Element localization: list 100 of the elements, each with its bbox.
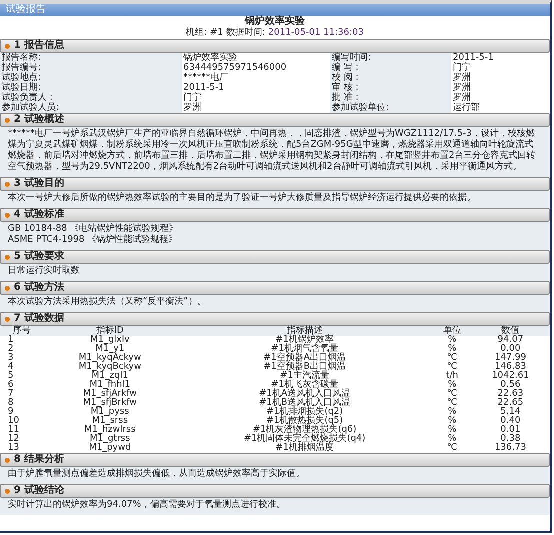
table-cell-text: ℃	[447, 363, 458, 372]
field-value: 门宁	[182, 93, 202, 103]
table-cell-text: 136.73	[494, 444, 528, 453]
table-cell-text: M1_pywd	[88, 444, 132, 453]
table-cell: #1机烟气含氧量	[176, 345, 434, 354]
column-header: 单位	[433, 326, 472, 336]
table-cell-text: #1空预器B出口烟温	[262, 363, 348, 372]
table-cell-text: %	[447, 408, 458, 417]
field-label: 编 写 :	[330, 63, 451, 73]
section-title: 1 报告信息	[14, 40, 64, 52]
table-cell-text: #1机A送风机入口风温	[258, 390, 352, 399]
table-cell-text: #1机固体未完全燃烧损失(q4)	[242, 435, 367, 444]
table-cell-text: 11	[7, 426, 20, 435]
field-label: 试验负责人 :	[0, 93, 182, 103]
table-cell: M1_srss	[44, 417, 176, 426]
table-cell-text: 6	[7, 381, 15, 390]
table-cell: %	[433, 336, 472, 345]
paragraph: 本次一号炉大修后所做的锅炉热效率试验的主要目的是为了验证一号炉大修质量及指导锅炉经济运行提供必要的依据。	[8, 193, 477, 204]
field-label: 审 核 :	[330, 83, 451, 93]
table-cell: M1_glxlv	[44, 336, 176, 345]
table-cell-text: 12	[7, 435, 20, 444]
window-title: 试验报告	[0, 4, 550, 16]
table-cell-text: 5.14	[500, 408, 522, 417]
column-header: 指标ID	[44, 326, 176, 336]
table-cell: #1机飞灰含碳量	[176, 381, 434, 390]
section-title: 8 结果分析	[14, 454, 64, 466]
section-title: 9 试验结论	[14, 485, 64, 497]
field-label: 报告编号:	[0, 63, 182, 73]
field-value: 罗洲	[452, 73, 472, 83]
table-cell-text: M1_sfjBrkfw	[82, 399, 138, 408]
table-cell-text: t/h	[445, 372, 460, 381]
table-cell-text: 7	[7, 390, 15, 399]
time-value: 2011-05-01 11:36:03	[268, 28, 364, 39]
table-cell-text: M1_zql1	[92, 372, 128, 381]
table-cell-text: %	[447, 426, 458, 435]
table-cell-text: 22.63	[496, 390, 525, 399]
bullet-icon	[5, 212, 10, 218]
table-cell-text: 4	[7, 363, 15, 372]
field-label: 批 准 :	[330, 93, 451, 103]
field-value: 罗洲	[452, 93, 471, 103]
table-cell-text: M1_gtrss	[90, 435, 130, 444]
paragraph: GB 10184-88 《电站锅炉性能试验规程》	[8, 224, 180, 234]
report-title: 锅炉效率实验	[244, 16, 306, 28]
column-header: 序号	[0, 326, 44, 336]
column-header: 数值	[471, 326, 550, 336]
table-cell: M1_y1	[44, 345, 176, 354]
table-cell-text: 2	[7, 345, 15, 354]
table-cell: 1	[0, 336, 44, 345]
paragraph: ASME PTC4-1998 《锅炉性能试验规程》	[8, 235, 179, 246]
field-value: ******电厂	[182, 73, 230, 83]
paragraph: ******电厂一号炉系武汉锅炉厂生产的亚临界自然循环锅炉，中间再热，，固态排渣，锅炉型号为WGZ1112/17.5-3，设计，校核燃煤为宁夏灵武煤矿烟煤，制粉系统采用冷一次风机正压直吹制粉系统，配5台ZGM-95G型中速磨，燃烧器采用双通道轴向叶轮旋流式燃烧器，前后墙对冲燃烧方式，前墙布置三排，后墙布置二排，锅炉采用钢构架紧身封闭结构，在尾部竖井布置2台三分仓容克式回转空气预热器，型号为29.5VNT2200，烟风系统配有2台动叶可调轴流式送风机和2台静叶可调轴流式引风机，采用平衡通风方式。	[8, 129, 537, 173]
field-label: 报告名称:	[0, 53, 182, 63]
table-cell-text: %	[447, 381, 458, 390]
table-cell-text: %	[447, 435, 458, 444]
table-cell-text: 147.99	[494, 354, 528, 363]
field-value: 634449575971546000	[182, 63, 288, 73]
table-cell-text: 5	[7, 372, 15, 381]
table-cell-text: #1机排烟损失(q2)	[265, 408, 344, 417]
table-cell-text: ℃	[446, 399, 458, 408]
field-label: 试验日期:	[0, 83, 182, 93]
table-cell-text: 146.83	[494, 363, 526, 372]
table-cell-text: %	[447, 417, 458, 426]
field-label: 校 阅 :	[330, 73, 451, 83]
section-title: 4 试验标准	[14, 209, 64, 221]
bullet-icon	[5, 316, 10, 322]
table-cell-text: M1_kyqAckyw	[78, 354, 142, 363]
field-label: 参加试验人员:	[0, 103, 182, 113]
section-title: 2 试验概述	[14, 114, 64, 126]
table-cell-text: 0.01	[500, 426, 522, 435]
paragraph: 由于炉膛氧量测点偏差造成排烟损失偏低，从而造成锅炉效率高于实际值。	[8, 469, 306, 480]
table-cell: #1主汽流量	[176, 372, 434, 381]
table-cell-text: 0.40	[500, 417, 522, 426]
field-value: 2011-5-1	[182, 83, 226, 93]
table-cell: M1_fhhl1	[44, 381, 176, 390]
bullet-icon	[5, 286, 10, 290]
field-value: 罗洲	[182, 103, 202, 113]
field-value: 锅炉效率实验	[182, 53, 238, 63]
column-header: 指标描述	[176, 326, 434, 336]
paragraph: 实时计算出的锅炉效率为94.07%，偏高需要对于氧量测点进行校准。	[8, 500, 286, 511]
table-cell-text: 13	[7, 444, 20, 453]
section-title: 5 试验要求	[14, 251, 64, 263]
table-cell-text: #1空预器A出口烟温	[262, 354, 348, 363]
field-value: 罗洲	[452, 83, 472, 93]
table-cell: 0.38	[471, 435, 550, 444]
table-cell: 94.07	[471, 336, 550, 345]
table-cell-text: M1_pyss	[90, 408, 130, 417]
table-cell-text: M1_hzwlrss	[83, 426, 137, 435]
bullet-icon	[5, 118, 10, 122]
table-cell: #1机锅炉效率	[176, 336, 434, 345]
bullet-icon	[5, 488, 10, 494]
field-value: 2011-5-1	[452, 53, 495, 63]
field-value: 运行部	[452, 103, 481, 113]
table-cell-text: ℃	[446, 354, 458, 363]
table-cell: 0.56	[471, 381, 550, 390]
field-label: 参加试验单位:	[330, 103, 451, 113]
bullet-icon	[5, 44, 10, 48]
unit-label: 机组:	[186, 28, 208, 39]
field-value: 门宁	[452, 63, 472, 73]
bullet-icon	[5, 254, 10, 260]
table-cell-text: #1机B送风机入口风温	[258, 399, 352, 408]
